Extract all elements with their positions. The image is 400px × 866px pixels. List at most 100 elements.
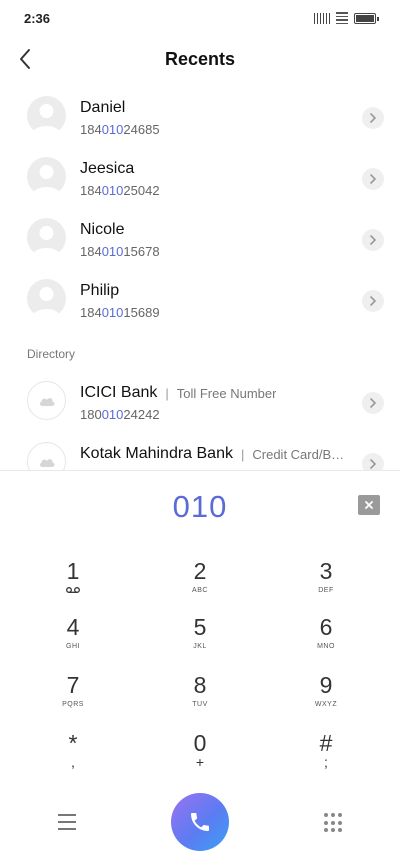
- contact-number: 18401025042: [80, 183, 160, 198]
- key-0[interactable]: 0 +: [155, 730, 245, 784]
- key-digit: 7: [66, 672, 80, 698]
- recents-list: Daniel 18401024685 Jeesica 18401025042 N…: [0, 86, 400, 330]
- person-icon: [32, 226, 61, 257]
- key-1[interactable]: 1: [28, 558, 118, 612]
- contact-row[interactable]: Nicole 18401015678: [0, 208, 400, 269]
- directory-avatar: [27, 381, 66, 420]
- cloud-icon: [39, 397, 55, 406]
- key-6[interactable]: 6 MNO: [281, 614, 371, 668]
- menu-button[interactable]: [54, 811, 80, 833]
- contact-name: Philip: [80, 282, 120, 299]
- key-letters: TUV: [192, 701, 208, 708]
- contact-number: 18401024685: [80, 122, 160, 137]
- directory-name: Kotak Mahindra Bank: [80, 445, 233, 462]
- contact-detail-button[interactable]: [362, 107, 384, 129]
- contact-detail-button[interactable]: [362, 229, 384, 251]
- key-digit: 2: [193, 558, 207, 584]
- back-button[interactable]: [10, 44, 40, 74]
- key-digit: 5: [193, 614, 207, 640]
- key-hash[interactable]: # ;: [281, 730, 371, 784]
- status-icons: [313, 12, 379, 24]
- key-letters: JKL: [193, 643, 207, 650]
- key-7[interactable]: 7 PQRS: [28, 672, 118, 726]
- key-8[interactable]: 8 TUV: [155, 672, 245, 726]
- contact-detail-button[interactable]: [362, 290, 384, 312]
- directory-tag: Credit Card/B…: [252, 446, 345, 462]
- chevron-right-icon: [370, 235, 377, 245]
- phone-icon: [191, 813, 209, 831]
- key-digit: 0: [193, 730, 207, 756]
- key-symbol: +: [195, 754, 205, 770]
- chevron-right-icon: [370, 398, 377, 408]
- menu-icon: [58, 814, 76, 816]
- key-digit: 8: [193, 672, 207, 698]
- status-time: 2:36: [24, 10, 51, 26]
- call-button[interactable]: [171, 793, 229, 851]
- key-3[interactable]: 3 DEF: [281, 558, 371, 612]
- contact-name: Jeesica: [80, 160, 135, 177]
- key-symbol: ;: [324, 754, 328, 770]
- avatar: [27, 279, 66, 318]
- directory-tag: Toll Free Number: [176, 385, 277, 401]
- contact-row[interactable]: Jeesica 18401025042: [0, 147, 400, 208]
- chevron-right-icon: [370, 459, 377, 469]
- directory-detail-button[interactable]: [362, 453, 384, 471]
- voicemail-icon: [66, 587, 80, 593]
- directory-name-line: Kotak Mahindra Bank | Credit Card/B…: [80, 445, 350, 463]
- directory-label: Directory: [27, 347, 76, 361]
- directory-row[interactable]: Kotak Mahindra Bank | Credit Card/B… 180…: [0, 432, 400, 471]
- chevron-right-icon: [370, 113, 377, 123]
- separator: |: [165, 385, 169, 401]
- avatar: [27, 218, 66, 257]
- key-digit: #: [319, 730, 333, 756]
- contact-name: Daniel: [80, 99, 126, 116]
- battery-icon: [354, 12, 379, 24]
- dial-panel: 010 1 2 ABC 3 DEF 4 GHI 5 JKL 6 MNO 7 PQ…: [0, 470, 400, 866]
- signal-icon: [313, 12, 330, 24]
- directory-name: ICICI Bank: [80, 384, 158, 401]
- contact-number: 18401015689: [80, 305, 160, 320]
- key-9[interactable]: 9 WXYZ: [281, 672, 371, 726]
- person-icon: [32, 104, 61, 135]
- key-2[interactable]: 2 ABC: [155, 558, 245, 612]
- key-5[interactable]: 5 JKL: [155, 614, 245, 668]
- person-icon: [32, 287, 61, 318]
- directory-row[interactable]: ICICI Bank | Toll Free Number 1800102424…: [0, 371, 400, 432]
- backspace-button[interactable]: [358, 495, 380, 515]
- key-letters: GHI: [66, 643, 80, 650]
- status-bar: 2:36: [0, 0, 400, 36]
- header: Recents: [0, 36, 400, 82]
- page-title: Recents: [164, 48, 236, 69]
- contact-row[interactable]: Philip 18401015689: [0, 269, 400, 330]
- key-digit: 9: [319, 672, 333, 698]
- dialer-action-bar: [0, 791, 400, 851]
- keypad-icon: [324, 813, 328, 817]
- person-icon: [32, 165, 61, 196]
- directory-avatar: [27, 442, 66, 471]
- key-4[interactable]: 4 GHI: [28, 614, 118, 668]
- key-letters: ABC: [192, 587, 208, 594]
- avatar: [27, 157, 66, 196]
- directory-name-line: ICICI Bank | Toll Free Number: [80, 384, 350, 402]
- directory-detail-button[interactable]: [362, 392, 384, 414]
- directory-list: ICICI Bank | Toll Free Number 1800102424…: [0, 371, 400, 471]
- directory-number: 18001024242: [80, 407, 160, 422]
- key-digit: 4: [66, 614, 80, 640]
- contact-row[interactable]: Daniel 18401024685: [0, 86, 400, 147]
- contact-name: Nicole: [80, 221, 125, 238]
- key-letters: DEF: [318, 587, 334, 594]
- key-letters: PQRS: [62, 701, 84, 708]
- network-icon: [336, 12, 348, 24]
- backspace-icon: [365, 501, 373, 509]
- key-digit: 1: [66, 558, 80, 584]
- chevron-left-icon: [20, 49, 30, 69]
- key-letters: WXYZ: [314, 701, 338, 708]
- key-star[interactable]: * ,: [28, 730, 118, 784]
- keypad-button[interactable]: [323, 813, 343, 833]
- key-symbol: ,: [71, 754, 75, 770]
- contact-number: 18401015678: [80, 244, 160, 259]
- dial-input[interactable]: 010: [0, 489, 400, 525]
- cloud-icon: [39, 458, 55, 467]
- chevron-right-icon: [370, 174, 377, 184]
- contact-detail-button[interactable]: [362, 168, 384, 190]
